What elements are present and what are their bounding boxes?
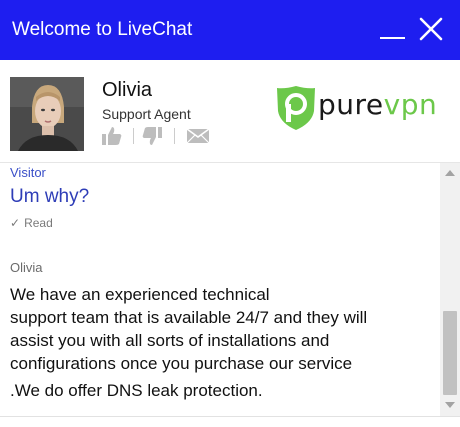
close-icon bbox=[419, 17, 443, 41]
logo-wordmark-pure: pure bbox=[318, 88, 384, 121]
message-list[interactable]: Visitor Um why? ✓ Read Olivia We have an … bbox=[0, 163, 440, 416]
window-title: Welcome to LiveChat bbox=[12, 19, 193, 40]
agent-photo bbox=[10, 77, 84, 151]
shield-logo-icon bbox=[277, 86, 315, 130]
title-bar: Welcome to LiveChat bbox=[0, 0, 460, 60]
thumbs-up-icon bbox=[102, 127, 122, 145]
visitor-message: Um why? bbox=[10, 186, 90, 207]
logo-wordmark: purevpn bbox=[318, 88, 437, 122]
email-transcript-button[interactable] bbox=[186, 126, 212, 146]
close-button[interactable] bbox=[414, 12, 448, 46]
rating-divider bbox=[133, 128, 134, 144]
visitor-author-label: Visitor bbox=[10, 165, 46, 180]
scrollbar-thumb[interactable] bbox=[443, 311, 457, 395]
read-status: ✓ Read bbox=[10, 216, 53, 230]
read-status-label: Read bbox=[24, 216, 53, 230]
livechat-widget: Welcome to LiveChat Olivia Support Agent… bbox=[0, 0, 460, 427]
rating-divider bbox=[174, 128, 175, 144]
agent-author-label: Olivia bbox=[10, 260, 43, 275]
purevpn-logo: purevpn bbox=[276, 84, 448, 132]
scroll-down-arrow-icon[interactable] bbox=[445, 402, 455, 408]
scroll-up-arrow-icon[interactable] bbox=[445, 170, 455, 176]
rate-good-button[interactable] bbox=[101, 126, 127, 146]
composer-divider bbox=[0, 416, 460, 427]
agent-role: Support Agent bbox=[102, 106, 191, 122]
minimize-icon bbox=[380, 37, 405, 39]
agent-avatar bbox=[10, 77, 84, 151]
agent-name: Olivia bbox=[102, 79, 153, 101]
agent-message: We have an experienced technical support… bbox=[10, 285, 368, 373]
logo-wordmark-vpn: vpn bbox=[383, 88, 438, 121]
message-scrollbar[interactable] bbox=[440, 163, 460, 416]
thumbs-down-icon bbox=[142, 127, 162, 145]
rate-bad-button[interactable] bbox=[141, 126, 167, 146]
envelope-icon bbox=[186, 128, 210, 144]
agent-header: Olivia Support Agent purevpn bbox=[0, 60, 460, 163]
minimize-button[interactable] bbox=[376, 12, 410, 46]
checkmark-icon: ✓ bbox=[10, 216, 21, 230]
agent-message-line: .We do offer DNS leak protection. bbox=[10, 381, 263, 400]
